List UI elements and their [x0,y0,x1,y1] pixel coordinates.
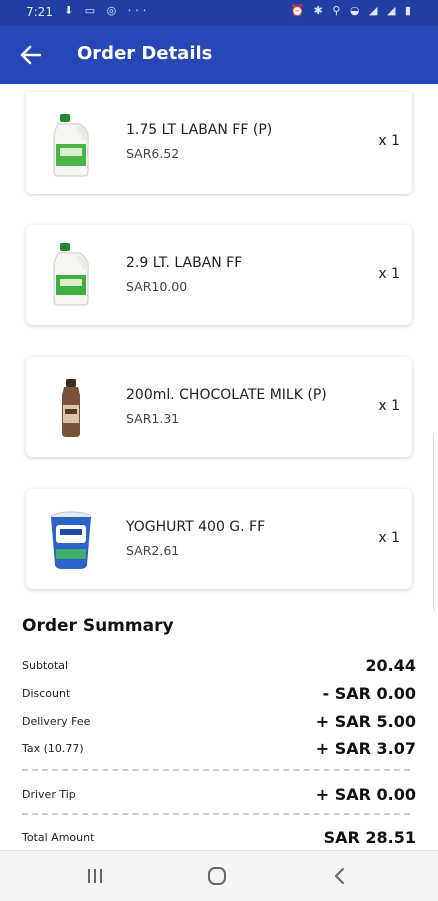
discount-row: Discount - SAR 0.00 [22,681,416,703]
order-item-card[interactable]: 2.9 LT. LABAN FF SAR10.00 x 1 [26,225,412,325]
milk-jug-icon [53,243,89,306]
item-quantity: x 1 [378,530,400,546]
item-price: SAR10.00 [126,279,188,294]
tax-label: Tax (10.77) [22,742,84,755]
driver-tip-label: Driver Tip [22,788,76,801]
milk-jug-icon [53,114,89,177]
divider [22,769,410,771]
item-price: SAR1.31 [126,411,180,426]
status-bar: 7:21 ⬇ ▭ ◎ ··· ⏰ ✱ ⚲ ◒ ◢ ◢ ▮ [0,0,438,26]
driver-tip-row: Driver Tip + SAR 0.00 [22,782,416,804]
subtotal-label: Subtotal [22,659,69,672]
driver-tip-value: + SAR 0.00 [315,785,416,804]
discount-label: Discount [22,687,71,700]
chocolate-milk-bottle-icon [62,379,80,437]
divider [22,813,410,815]
item-name: 2.9 LT. LABAN FF [126,255,243,271]
arrow-left-icon[interactable] [18,42,44,68]
item-quantity: x 1 [378,266,400,282]
item-quantity: x 1 [378,133,400,149]
status-time: 7:21 [26,5,53,19]
subtotal-value: 20.44 [365,656,416,675]
item-name: YOGHURT 400 G. FF [126,519,266,535]
order-item-card[interactable]: 200ml. CHOCOLATE MILK (P) SAR1.31 x 1 [26,357,412,457]
back-nav-icon[interactable] [325,863,355,889]
item-price: SAR6.52 [126,146,180,161]
delivery-fee-row: Delivery Fee + SAR 5.00 [22,709,416,731]
order-summary-title: Order Summary [22,616,174,636]
scroll-indicator [433,432,438,612]
notification-icons: ⬇ ▭ ◎ ··· [64,4,151,17]
delivery-fee-label: Delivery Fee [22,715,91,728]
total-amount-row: Total Amount SAR 28.51 [22,825,416,847]
subtotal-row: Subtotal 20.44 [22,653,416,675]
yoghurt-cup-icon [50,511,92,569]
order-item-card[interactable]: YOGHURT 400 G. FF SAR2.61 x 1 [26,489,412,589]
total-amount-label: Total Amount [22,831,95,844]
discount-value: - SAR 0.00 [322,684,416,703]
home-icon[interactable] [202,863,232,889]
total-amount-value: SAR 28.51 [323,828,416,847]
app-bar: Order Details [0,26,438,84]
item-name: 200ml. CHOCOLATE MILK (P) [126,387,327,403]
recent-apps-icon[interactable] [80,863,110,889]
tax-value: + SAR 3.07 [315,739,416,758]
delivery-fee-value: + SAR 5.00 [315,712,416,731]
item-price: SAR2.61 [126,543,180,558]
tax-row: Tax (10.77) + SAR 3.07 [22,736,416,758]
page-title: Order Details [77,43,213,64]
order-item-card[interactable]: 1.75 LT LABAN FF (P) SAR6.52 x 1 [26,92,412,194]
item-name: 1.75 LT LABAN FF (P) [126,122,273,138]
system-status-icons: ⏰ ✱ ⚲ ◒ ◢ ◢ ▮ [290,4,414,17]
item-quantity: x 1 [378,398,400,414]
system-nav-bar [0,850,438,901]
